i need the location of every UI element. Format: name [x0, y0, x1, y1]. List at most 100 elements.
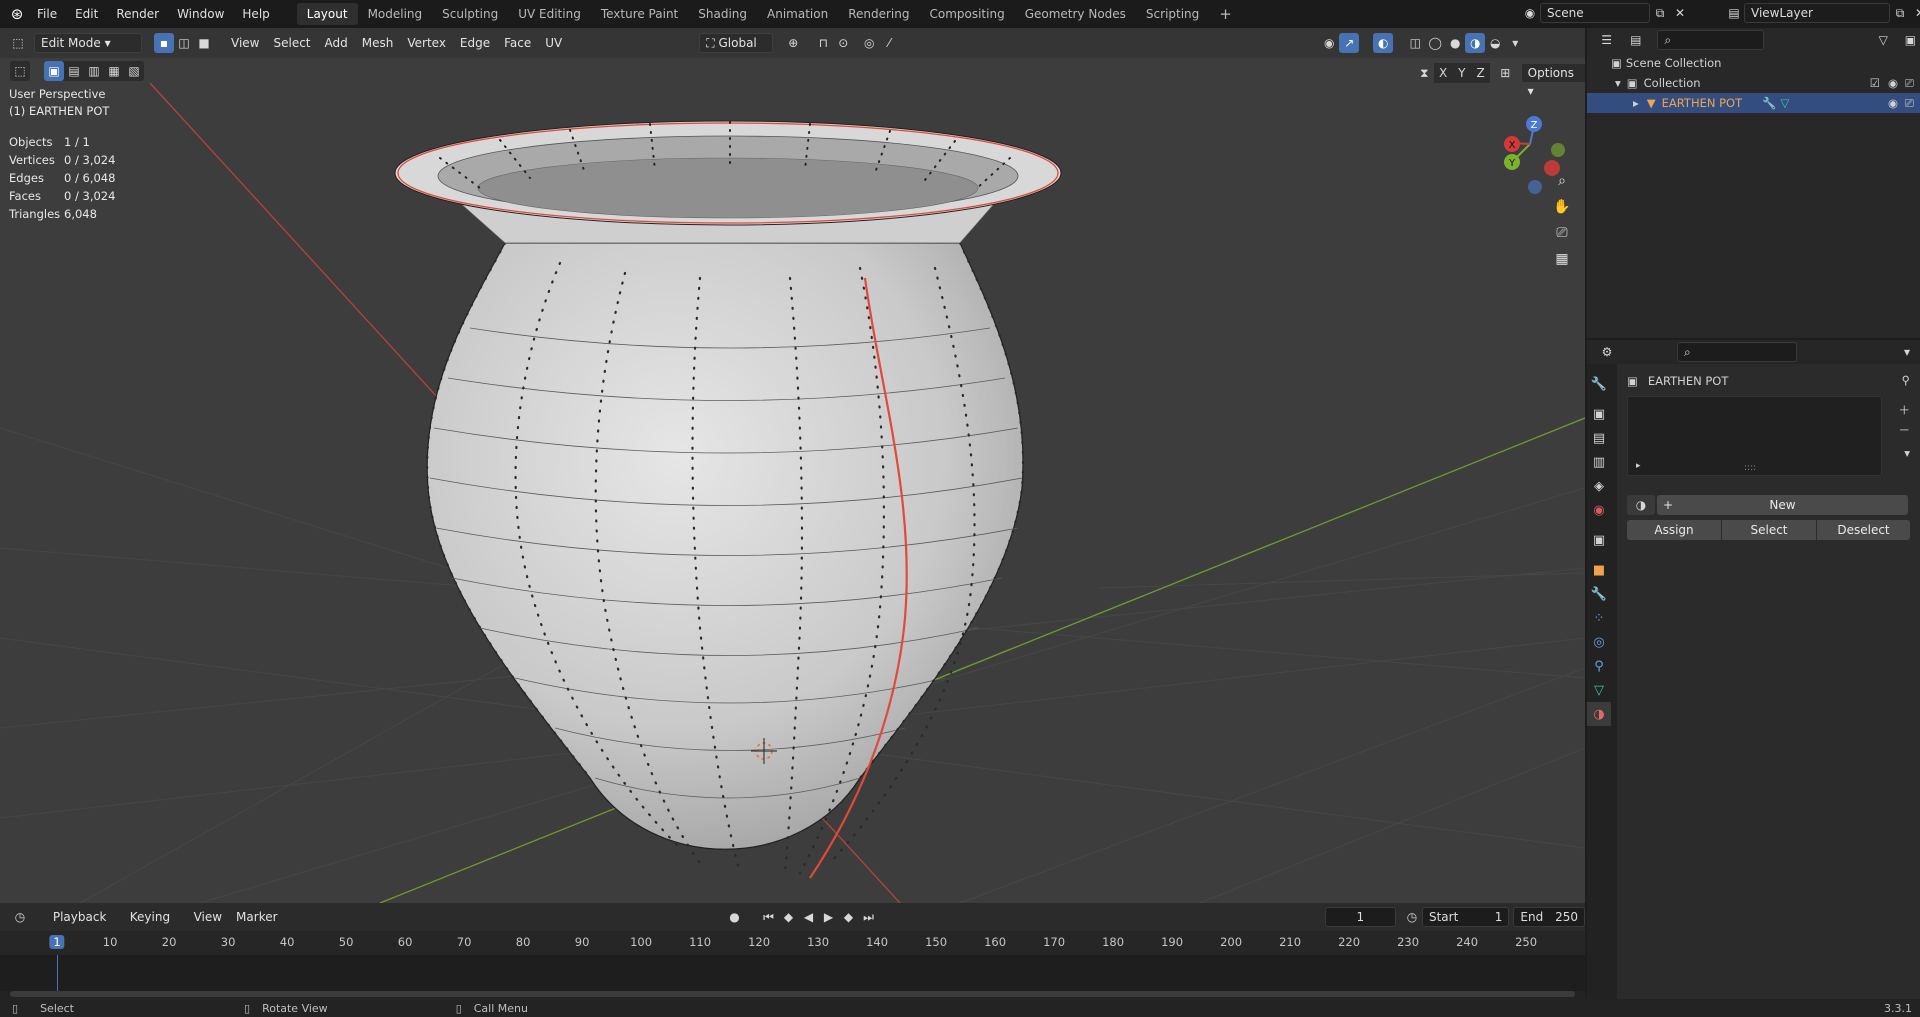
- earthen-pot-mesh[interactable]: [394, 120, 1062, 879]
- menu-help[interactable]: Help: [233, 3, 278, 25]
- menu-timeline-view[interactable]: View: [187, 907, 229, 927]
- jump-keyframe-back-icon[interactable]: ◆: [779, 907, 799, 927]
- view-layer-tab-icon[interactable]: ▥: [1587, 450, 1611, 474]
- rendered-shading-icon[interactable]: ◒: [1485, 33, 1505, 53]
- orientation-dropdown[interactable]: ⛶ Global: [699, 33, 774, 53]
- menu-add[interactable]: Add: [318, 33, 355, 53]
- checkbox-icon[interactable]: ☑: [1870, 76, 1880, 90]
- mirror-icon[interactable]: ⧗: [1415, 63, 1434, 83]
- pan-hand-icon[interactable]: ✋: [1549, 194, 1575, 220]
- delete-view-layer-icon[interactable]: ✕: [1910, 3, 1920, 23]
- camera-view-icon[interactable]: ⎚: [1549, 220, 1575, 246]
- pivot-point-icon[interactable]: ⊕: [783, 33, 803, 53]
- assign-button[interactable]: Assign: [1627, 520, 1721, 540]
- view-layer-field[interactable]: ViewLayer: [1744, 3, 1890, 23]
- wireframe-shading-icon[interactable]: ◯: [1425, 33, 1445, 53]
- scene-name-field[interactable]: Scene: [1540, 3, 1650, 23]
- output-tab-icon[interactable]: ▤: [1587, 426, 1611, 450]
- properties-editor-icon[interactable]: ⚙: [1597, 342, 1617, 362]
- new-view-layer-icon[interactable]: ⧉: [1890, 3, 1910, 23]
- timeline-scrollbar[interactable]: [10, 991, 1575, 997]
- snap-target-icon[interactable]: ⊙: [833, 33, 853, 53]
- menu-render[interactable]: Render: [107, 3, 168, 25]
- blender-logo-icon[interactable]: ⊛: [6, 4, 28, 24]
- outliner-search[interactable]: ⌕: [1657, 30, 1764, 50]
- jump-keyframe-forward-icon[interactable]: ◆: [839, 907, 859, 927]
- render-tab-icon[interactable]: ▣: [1587, 402, 1611, 426]
- tab-sculpting[interactable]: Sculpting: [432, 3, 508, 25]
- subtract-selection-icon[interactable]: ▥: [84, 61, 104, 81]
- collapse-arrow-icon[interactable]: ▾: [1615, 76, 1621, 90]
- gizmo-toggle-icon[interactable]: ↗: [1339, 33, 1360, 53]
- axis-z-toggle[interactable]: Z: [1471, 63, 1490, 83]
- menu-edge[interactable]: Edge: [453, 33, 497, 53]
- record-icon[interactable]: ●: [725, 907, 745, 927]
- browse-material-icon[interactable]: ◑: [1627, 495, 1655, 515]
- invert-selection-icon[interactable]: ▦: [104, 61, 124, 81]
- object-tab-icon[interactable]: ■: [1587, 558, 1611, 582]
- menu-vertex[interactable]: Vertex: [400, 33, 453, 53]
- display-mode-icon[interactable]: ▤: [1626, 30, 1645, 50]
- xray-toggle-icon[interactable]: ◫: [1405, 33, 1425, 53]
- snap-icon[interactable]: ⊓: [813, 33, 833, 53]
- delete-scene-icon[interactable]: ✕: [1670, 3, 1690, 23]
- editor-type-icon[interactable]: ⬚: [8, 33, 28, 53]
- zoom-icon[interactable]: ⌕: [1549, 168, 1575, 194]
- axis-x-toggle[interactable]: X: [1433, 63, 1453, 83]
- eye-icon[interactable]: ◉: [1888, 96, 1898, 110]
- axis-y-toggle[interactable]: Y: [1452, 63, 1472, 83]
- scene-icon[interactable]: ◉: [1520, 3, 1540, 23]
- eye-icon[interactable]: ◉: [1888, 76, 1898, 90]
- visibility-icon[interactable]: ◉: [1319, 33, 1339, 53]
- menu-face[interactable]: Face: [497, 33, 538, 53]
- extend-selection-icon[interactable]: ▤: [64, 61, 84, 81]
- menu-mesh[interactable]: Mesh: [355, 33, 401, 53]
- vertex-select-icon[interactable]: ▪: [154, 33, 174, 53]
- auto-merge-icon[interactable]: ⊞: [1496, 63, 1515, 83]
- new-material-button[interactable]: + New: [1657, 495, 1908, 515]
- solid-shading-icon[interactable]: ●: [1445, 33, 1465, 53]
- pin-icon[interactable]: ⚲: [1902, 373, 1910, 387]
- modifier-wrench-icon[interactable]: 🔧: [1762, 96, 1776, 110]
- expand-list-icon[interactable]: ▸: [1636, 461, 1641, 471]
- timeline-editor-icon[interactable]: ◷: [10, 907, 30, 927]
- filter-icon[interactable]: ▽: [1874, 30, 1893, 50]
- mode-dropdown[interactable]: Edit Mode ▾: [34, 33, 142, 53]
- current-frame-field[interactable]: 1: [1324, 907, 1397, 927]
- preview-range-icon[interactable]: ◷: [1402, 907, 1422, 927]
- tab-layout[interactable]: Layout: [296, 3, 358, 25]
- constraints-tab-icon[interactable]: ⚲: [1587, 654, 1611, 678]
- material-shading-icon[interactable]: ◑: [1465, 33, 1486, 53]
- shading-options-icon[interactable]: ▾: [1505, 33, 1525, 53]
- new-collection-icon[interactable]: ▣: [1901, 30, 1920, 50]
- tool-tab-icon[interactable]: 🔧: [1587, 372, 1611, 396]
- slot-options-icon[interactable]: ▾: [1904, 446, 1910, 460]
- tab-rendering[interactable]: Rendering: [838, 3, 919, 25]
- tab-uv-editing[interactable]: UV Editing: [508, 3, 591, 25]
- mesh-data-icon[interactable]: ▽: [1780, 96, 1789, 110]
- overlays-toggle-icon[interactable]: ◐: [1373, 33, 1394, 53]
- tab-scripting[interactable]: Scripting: [1136, 3, 1209, 25]
- new-scene-icon[interactable]: ⧉: [1650, 3, 1670, 23]
- properties-search[interactable]: ⌕: [1677, 342, 1797, 362]
- intersect-selection-icon[interactable]: ▧: [124, 61, 144, 81]
- viewport-scene[interactable]: [0, 28, 1585, 903]
- tab-modeling[interactable]: Modeling: [358, 3, 433, 25]
- collection-tab-icon[interactable]: ▣: [1587, 528, 1611, 552]
- perspective-toggle-icon[interactable]: ▦: [1549, 246, 1575, 272]
- options-dropdown[interactable]: Options ▾: [1520, 63, 1585, 98]
- tab-shading[interactable]: Shading: [688, 3, 757, 25]
- set-selection-icon[interactable]: ▣: [44, 61, 64, 81]
- tab-compositing[interactable]: Compositing: [919, 3, 1014, 25]
- jump-end-icon[interactable]: ⏭: [859, 907, 879, 927]
- expand-arrow-icon[interactable]: ▸: [1633, 96, 1639, 110]
- material-tab-icon[interactable]: ◑: [1587, 702, 1611, 726]
- play-reverse-icon[interactable]: ◀: [799, 907, 819, 927]
- falloff-icon[interactable]: ⁄: [879, 33, 899, 53]
- end-frame-field[interactable]: End 250: [1513, 907, 1585, 927]
- properties-options-icon[interactable]: ▾: [1897, 342, 1917, 362]
- tab-animation[interactable]: Animation: [757, 3, 838, 25]
- frame-ruler[interactable]: 1 10 20 30 40 50 60 70 80 90 100 110 120 130 140 150 160…: [0, 931, 1585, 955]
- tab-texture-paint[interactable]: Texture Paint: [591, 3, 688, 25]
- outliner-editor-icon[interactable]: ☰: [1597, 30, 1616, 50]
